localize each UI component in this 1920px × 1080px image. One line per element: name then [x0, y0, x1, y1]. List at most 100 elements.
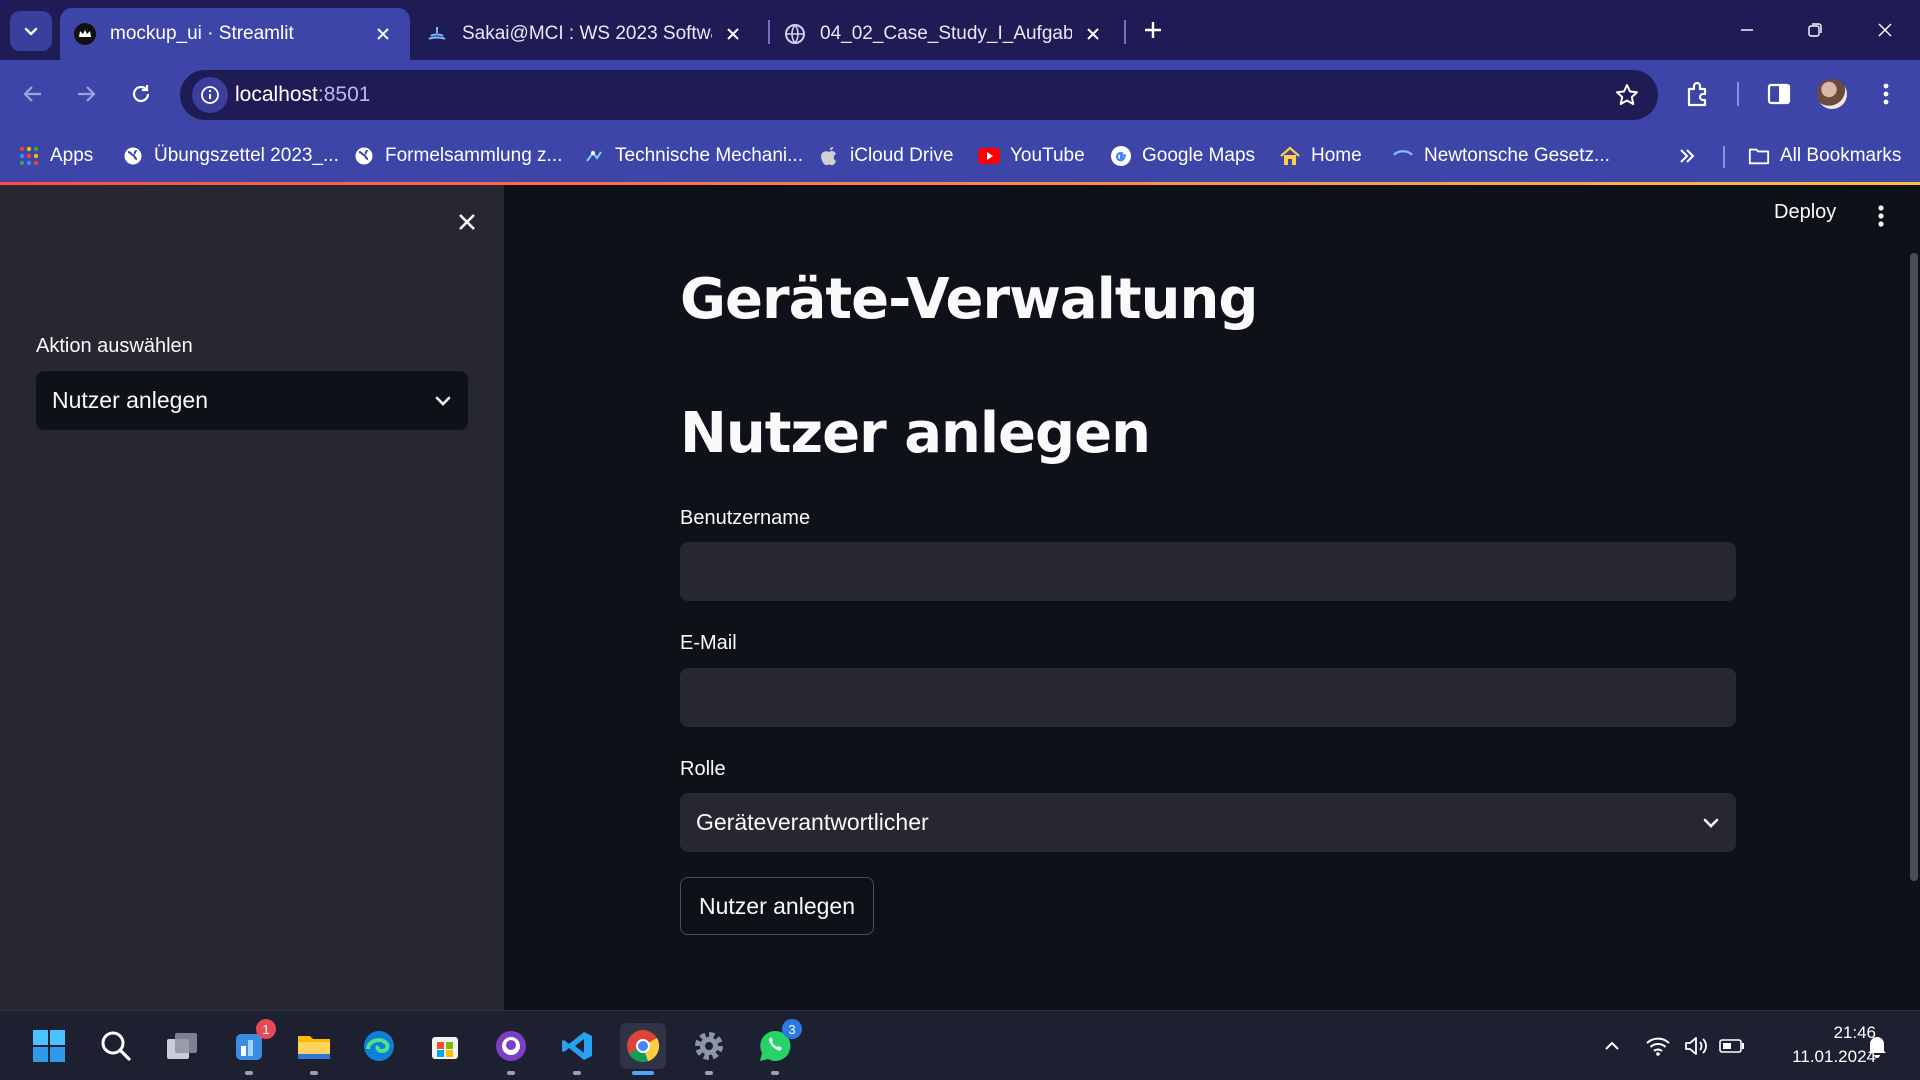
new-tab-button[interactable] — [1140, 17, 1166, 43]
tab-title: 04_02_Case_Study_I_Aufgabens — [820, 23, 1072, 44]
running-indicator — [245, 1071, 253, 1075]
restore-icon — [1808, 23, 1822, 37]
close-tab-icon[interactable] — [372, 23, 394, 45]
home-icon — [1279, 145, 1301, 167]
settings-icon[interactable] — [686, 1023, 732, 1075]
running-indicator — [573, 1071, 581, 1075]
reload-button[interactable] — [122, 75, 160, 113]
all-bookmarks-button[interactable]: All Bookmarks — [1748, 141, 1901, 171]
tab-case-study[interactable]: 04_02_Case_Study_I_Aufgabens — [770, 8, 1120, 60]
globe-icon — [353, 145, 375, 167]
browser-toolbar: localhost:8501 — [0, 60, 1920, 129]
whatsapp-icon[interactable]: 3 — [752, 1019, 802, 1075]
section-title: Nutzer anlegen — [680, 401, 1151, 466]
bookmark-star-icon[interactable] — [1614, 82, 1640, 108]
clock-time: 21:46 — [1833, 1023, 1876, 1042]
bookmark-label: Formelsammlung z... — [385, 145, 563, 166]
extensions-icon[interactable] — [1681, 77, 1715, 111]
minimize-button[interactable] — [1722, 12, 1772, 48]
system-clock[interactable]: 21:46 11.01.2024 — [1760, 1021, 1876, 1069]
toolbar-divider — [1737, 82, 1739, 106]
email-input[interactable] — [680, 668, 1736, 727]
bookmark-uebungszettel[interactable]: Übungszettel 2023_... — [122, 141, 339, 171]
close-icon — [459, 214, 475, 230]
volume-icon[interactable] — [1681, 1031, 1711, 1061]
bookmark-label: Home — [1311, 145, 1362, 166]
avatar — [1817, 79, 1847, 109]
restore-button[interactable] — [1790, 12, 1840, 48]
globe-icon — [122, 145, 144, 167]
close-tab-icon[interactable] — [1082, 23, 1104, 45]
page-title: Geräte-Verwaltung — [680, 267, 1258, 332]
arrow-left-icon — [23, 86, 41, 102]
sakai-icon — [426, 23, 448, 45]
double-chevron-right-icon — [1680, 149, 1695, 163]
username-input[interactable] — [680, 542, 1736, 601]
tab-sakai[interactable]: Sakai@MCI : WS 2023 Software — [412, 8, 760, 60]
app-menu-icon[interactable] — [1870, 203, 1892, 229]
back-button[interactable] — [14, 75, 52, 113]
start-icon[interactable] — [26, 1023, 72, 1069]
chrome-icon[interactable] — [620, 1023, 666, 1075]
close-sidebar-button[interactable] — [452, 207, 482, 237]
github-desktop-icon[interactable] — [488, 1023, 534, 1075]
globe-icon — [784, 23, 806, 45]
profile-avatar[interactable] — [1815, 77, 1849, 111]
bookmark-apps[interactable]: Apps — [18, 141, 93, 171]
sidebar: Aktion auswählen Nutzer anlegen — [0, 185, 504, 1010]
wifi-icon[interactable] — [1643, 1031, 1673, 1061]
url-text[interactable]: localhost:8501 — [235, 83, 370, 107]
bookmark-newtonsche-gesetze[interactable]: Newtonsche Gesetz... — [1392, 141, 1610, 171]
notification-badge: 1 — [256, 1019, 276, 1039]
tab-title: mockup_ui · Streamlit — [110, 23, 294, 44]
deploy-button[interactable]: Deploy — [1774, 201, 1836, 224]
address-bar[interactable]: localhost:8501 — [180, 70, 1658, 120]
bookmark-home[interactable]: Home — [1279, 141, 1362, 171]
bookmark-label: Übungszettel 2023_... — [154, 145, 339, 166]
store-icon[interactable] — [422, 1023, 468, 1069]
plus-icon — [1145, 22, 1161, 38]
tab-search-button[interactable] — [10, 11, 52, 51]
close-window-button[interactable] — [1860, 12, 1910, 48]
close-tab-icon[interactable] — [722, 23, 744, 45]
bookmark-label: Google Maps — [1142, 145, 1256, 166]
action-select[interactable]: Nutzer anlegen — [36, 371, 468, 430]
bookmark-technische-mechanik[interactable]: Technische Mechani... — [583, 141, 803, 171]
file-explorer-icon[interactable] — [291, 1023, 337, 1075]
bookmark-youtube[interactable]: YouTube — [978, 141, 1085, 171]
search-icon[interactable] — [93, 1023, 139, 1069]
running-indicator — [632, 1071, 654, 1075]
edge-icon[interactable] — [356, 1023, 402, 1069]
chevron-down-icon — [1703, 818, 1719, 828]
tab-streamlit[interactable]: mockup_ui · Streamlit — [60, 8, 410, 60]
username-label: Benutzername — [680, 507, 811, 529]
battery-icon[interactable] — [1717, 1031, 1747, 1061]
role-select[interactable]: Geräteverantwortlicher — [680, 793, 1736, 852]
browser-menu-icon[interactable] — [1869, 77, 1903, 111]
scrollbar[interactable] — [1910, 253, 1918, 881]
taskbar: 1 3 21:46 11.01.2024 — [0, 1010, 1920, 1080]
bookmark-label: Newtonsche Gesetz... — [1424, 145, 1610, 166]
chevron-up-icon[interactable] — [1597, 1031, 1627, 1061]
side-panel-icon[interactable] — [1762, 77, 1796, 111]
url-port: :8501 — [317, 83, 371, 106]
bookmarks-divider — [1723, 146, 1725, 168]
bookmark-formelsammlung[interactable]: Formelsammlung z... — [353, 141, 562, 171]
newton-icon — [1392, 145, 1414, 167]
widgets-icon[interactable]: 1 — [226, 1019, 276, 1075]
action-select-value: Nutzer anlegen — [52, 387, 208, 413]
bookmarks-bar: Apps Übungszettel 2023_... Formelsammlun… — [0, 129, 1920, 182]
vscode-icon[interactable] — [554, 1023, 600, 1075]
task-view-icon[interactable] — [159, 1023, 205, 1069]
bookmark-icloud-drive[interactable]: iCloud Drive — [818, 141, 953, 171]
notification-bell-icon[interactable] — [1862, 1031, 1892, 1061]
create-user-button[interactable]: Nutzer anlegen — [680, 877, 874, 935]
site-info-icon[interactable] — [192, 77, 228, 113]
forward-button[interactable] — [67, 75, 105, 113]
minimize-icon — [1741, 29, 1753, 31]
chevron-down-icon — [24, 27, 38, 36]
more-bookmarks-button[interactable] — [1678, 141, 1696, 171]
running-indicator — [771, 1071, 779, 1075]
bookmark-label: YouTube — [1010, 145, 1085, 166]
bookmark-google-maps[interactable]: Google Maps — [1110, 141, 1255, 171]
